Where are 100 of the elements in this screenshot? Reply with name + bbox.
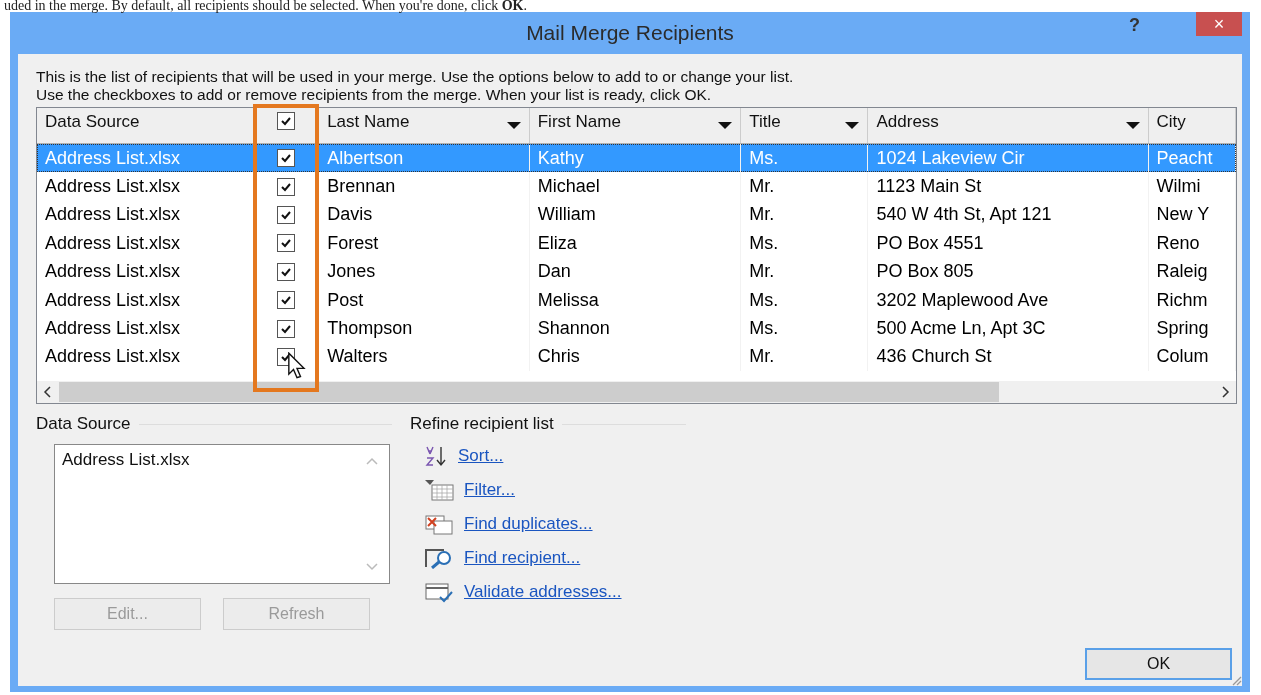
table-cell: Address List.xlsx [37,285,255,315]
link[interactable]: Validate addresses... [464,582,622,602]
checkmark-icon [280,152,293,165]
table-cell: 3202 Maplewood Ave [868,285,1149,315]
checkbox[interactable] [277,291,296,310]
checkbox[interactable] [277,149,296,168]
column-header[interactable]: Title [741,108,869,143]
table-cell: 436 Church St [868,342,1149,372]
checkbox[interactable] [277,262,296,281]
ok-button[interactable]: OK [1085,648,1232,680]
table-cell: Ms. [741,229,869,258]
checkmark-icon [280,294,293,307]
column-header[interactable]: Address [868,108,1149,143]
column-header[interactable]: First Name [529,108,742,143]
table-cell: New Y [1148,200,1236,230]
table-cell: Brennan [319,172,530,201]
duplicates-icon[interactable] [424,513,454,535]
table-row[interactable]: Address List.xlsx Jones Dan Mr. PO Box 805 Raleig [37,257,1236,286]
table-cell: Post [319,285,530,315]
dropdown-arrow-icon[interactable] [1125,122,1140,130]
table-cell: William [529,200,742,230]
table-cell: Eliza [529,229,742,258]
mouse-pointer-icon [287,352,307,380]
table-cell: Colum [1148,342,1236,372]
table-cell: Jones [319,257,530,286]
table-cell: Address List.xlsx [37,257,255,286]
dropdown-arrow-icon[interactable] [845,122,860,130]
data-source-list[interactable]: Address List.xlsx [54,444,390,584]
checkmark-icon [280,115,293,127]
dropdown-arrow-icon[interactable] [506,122,521,130]
checkbox[interactable] [277,319,296,338]
column-header[interactable]: Last Name [319,108,530,143]
table-cell: 500 Acme Ln, Apt 3C [868,314,1149,343]
table-cell: Dan [529,257,742,286]
table-cell: 540 W 4th St, Apt 121 [868,200,1149,230]
sort-icon[interactable] [424,445,448,467]
table-cell: Peacht [1148,144,1236,173]
table-cell: Chris [529,342,742,372]
dropdown-arrow-icon[interactable] [718,122,733,130]
table-row[interactable]: Address List.xlsx Brennan Michael Mr. 1123 Main St Wilmi [37,172,1236,201]
checkbox[interactable] [277,234,296,253]
checkbox[interactable] [277,112,296,130]
table-cell: Mr. [741,200,869,230]
filter-icon[interactable] [424,479,454,501]
table-cell: Address List.xlsx [37,314,255,343]
table-cell: Kathy [529,144,742,173]
table-cell: 1024 Lakeview Cir [868,144,1149,173]
scroll-left-icon[interactable] [43,386,51,398]
resize-grip-icon[interactable] [1230,674,1242,686]
table-cell: Address List.xlsx [37,144,255,173]
table-cell: Melissa [529,285,742,315]
table-cell: Spring [1148,314,1236,343]
table-cell: Address List.xlsx [37,172,255,201]
table-row[interactable]: Address List.xlsx Thompson Shannon Ms. 500 Acme Ln, Apt 3C Spring [37,314,1236,343]
table-cell: Ms. [741,285,869,315]
table-cell: 1123 Main St [868,172,1149,201]
table-cell: PO Box 4551 [868,229,1149,258]
link[interactable]: Sort... [458,446,504,466]
validate-icon[interactable] [424,581,454,603]
instruction-text: Use the checkboxes to add or remove recipients from the merge. When your list is ready, click OK. [36,86,713,104]
table-cell: Address List.xlsx [37,229,255,258]
table-cell: Mr. [741,172,869,201]
list-item[interactable]: Address List.xlsx [62,450,348,470]
table-cell: Ms. [741,314,869,343]
table-cell: Wilmi [1148,172,1236,201]
close-button[interactable]: × [1196,12,1242,36]
table-row[interactable]: Address List.xlsx Post Melissa Ms. 3202 Maplewood Ave Richm [37,285,1236,315]
table-cell: Davis [319,200,530,230]
table-cell: Mr. [741,257,869,286]
table-cell: Address List.xlsx [37,342,255,372]
scrollbar-thumb[interactable] [59,382,999,402]
checkmark-icon [280,237,293,250]
group-title: Refine recipient list [410,414,554,434]
scroll-right-icon[interactable] [1222,386,1230,398]
table-cell: Ms. [741,144,869,173]
table-cell: Shannon [529,314,742,343]
column-header[interactable]: Data Source [37,108,255,143]
table-cell: Albertson [319,144,530,173]
search-icon[interactable] [424,547,454,569]
table-row[interactable]: Address List.xlsx Davis William Mr. 540 W 4th St, Apt 121 New Y [37,200,1236,230]
table-cell: Walters [319,342,530,372]
table-cell: PO Box 805 [868,257,1149,286]
table-cell: Mr. [741,342,869,372]
table-cell: Richm [1148,285,1236,315]
help-button[interactable]: ? [1123,14,1146,37]
table-row[interactable]: Address List.xlsx Forest Eliza Ms. PO Box 4551 Reno [37,229,1236,258]
table-cell: Address List.xlsx [37,200,255,230]
horizontal-scrollbar[interactable] [37,381,1236,403]
link[interactable]: Find duplicates... [464,514,593,534]
caption-text: uded in the merge. By default, all recipients should be selected. When you're done, click OK. [3,0,528,12]
instruction-text: This is the list of recipients that will be used in your merge. Use the options below to add to or change your list. [36,68,795,86]
table-cell: Raleig [1148,257,1236,286]
checkbox[interactable] [277,205,296,224]
link[interactable]: Find recipient... [464,548,581,568]
table-cell: Reno [1148,229,1236,258]
link[interactable]: Filter... [464,480,515,500]
group-title: Data Source [36,414,131,434]
table-cell: Thompson [319,314,530,343]
column-header[interactable]: City [1148,108,1236,143]
checkbox[interactable] [277,177,296,196]
